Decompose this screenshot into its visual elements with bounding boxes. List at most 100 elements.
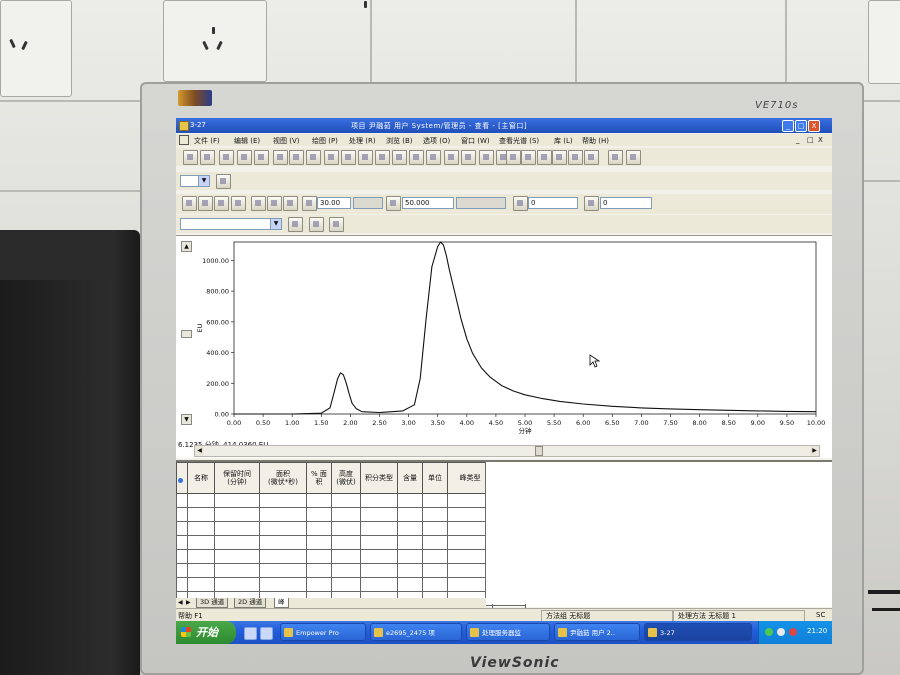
menu-plot[interactable]: 绘图 (P) (312, 136, 338, 146)
toolbar-button[interactable] (251, 196, 266, 211)
toolbar-button[interactable] (521, 150, 536, 165)
table-cell[interactable] (360, 535, 398, 550)
mdi-minimize-button[interactable]: _ (796, 136, 800, 144)
scroll-up-button[interactable]: ▲ (181, 241, 192, 252)
scroll-right-button[interactable]: ▶ (810, 446, 819, 456)
toolbar-button[interactable] (288, 217, 303, 232)
column-header[interactable]: 面积 (微伏*秒) (259, 462, 307, 494)
toolbar-button[interactable] (506, 150, 521, 165)
channel-combo[interactable]: ▼ (180, 218, 282, 230)
table-row[interactable] (176, 507, 526, 522)
table-cell[interactable] (259, 493, 307, 508)
table-cell[interactable] (360, 563, 398, 578)
mdi-close-button[interactable]: X (818, 136, 823, 144)
table-row[interactable] (176, 563, 526, 578)
toolbar-button[interactable] (231, 196, 246, 211)
taskbar-button[interactable]: e2695_2475 项 (370, 623, 462, 641)
menu-file[interactable]: 文件 (F) (194, 136, 220, 146)
table-cell[interactable] (187, 521, 215, 536)
toolbar-button[interactable] (283, 196, 298, 211)
toolbar-button[interactable] (537, 150, 552, 165)
start-button[interactable]: 开始 (176, 621, 236, 644)
menu-window[interactable]: 窗口 (W) (461, 136, 490, 146)
toolbar-button[interactable] (216, 174, 231, 189)
taskbar-button[interactable]: Empower Pro (280, 623, 366, 641)
menu-edit[interactable]: 编辑 (E) (234, 136, 260, 146)
table-cell[interactable] (360, 577, 398, 592)
table-cell[interactable] (214, 493, 260, 508)
tray-security-icon[interactable] (789, 628, 797, 636)
table-cell[interactable] (397, 507, 423, 522)
horizontal-scrollbar[interactable]: ◀ ▶ (194, 445, 820, 457)
table-cell[interactable] (360, 549, 398, 564)
table-cell[interactable] (187, 549, 215, 564)
table-cell[interactable] (331, 493, 361, 508)
table-cell[interactable] (331, 521, 361, 536)
table-cell[interactable] (176, 577, 188, 592)
table-cell[interactable] (176, 563, 188, 578)
table-cell[interactable] (422, 577, 448, 592)
table-row[interactable] (176, 577, 526, 592)
tray-network-icon[interactable] (765, 628, 773, 636)
scroll-thumb[interactable] (535, 446, 543, 456)
y-scale-icon[interactable] (386, 196, 401, 211)
table-cell[interactable] (360, 521, 398, 536)
toolbar-button[interactable] (568, 150, 583, 165)
table-cell[interactable] (331, 535, 361, 550)
mdi-restore-button[interactable]: □ (807, 136, 814, 144)
chromatogram-chart[interactable]: 0.00 200.00 400.00 600.00 800.00 1000.00 0.00 0… (176, 236, 832, 458)
table-cell[interactable] (422, 535, 448, 550)
toolbar-button[interactable] (219, 150, 234, 165)
toolbar-button[interactable] (237, 150, 252, 165)
table-cell[interactable] (306, 507, 332, 522)
toolbar-button[interactable] (392, 150, 407, 165)
toolbar-button[interactable] (182, 196, 197, 211)
toolbar-button[interactable] (358, 150, 373, 165)
table-cell[interactable] (422, 549, 448, 564)
table-cell[interactable] (214, 577, 260, 592)
table-cell[interactable] (176, 549, 188, 564)
x-scale-field-2[interactable] (353, 197, 383, 209)
table-cell[interactable] (259, 535, 307, 550)
toolbar-button[interactable] (306, 150, 321, 165)
table-cell[interactable] (422, 563, 448, 578)
table-cell[interactable] (331, 577, 361, 592)
table-cell[interactable] (214, 563, 260, 578)
toolbar-button[interactable] (375, 150, 390, 165)
tab-2d-channel[interactable]: 2D 通道 (234, 598, 267, 608)
table-cell[interactable] (214, 521, 260, 536)
toolbar-button[interactable] (409, 150, 424, 165)
x-scale-field[interactable]: 30.00 (317, 197, 351, 209)
quicklaunch-ie-icon[interactable] (260, 627, 273, 640)
quicklaunch-desktop-icon[interactable] (244, 627, 257, 640)
table-cell[interactable] (397, 521, 423, 536)
offset2-icon[interactable] (584, 196, 599, 211)
table-cell[interactable] (306, 563, 332, 578)
table-row[interactable] (176, 535, 526, 550)
table-cell[interactable] (176, 493, 188, 508)
column-header[interactable]: 单位 (422, 462, 448, 494)
menu-options[interactable]: 选项 (O) (423, 136, 450, 146)
table-cell[interactable] (187, 535, 215, 550)
taskbar-button[interactable]: 处理服务器监 (466, 623, 550, 641)
table-cell[interactable] (397, 535, 423, 550)
table-cell[interactable] (259, 507, 307, 522)
column-header[interactable]: 名称 (187, 462, 215, 494)
minimize-button[interactable]: _ (782, 120, 794, 132)
scroll-thumb[interactable] (181, 330, 192, 338)
table-cell[interactable] (306, 577, 332, 592)
toolbar-button[interactable] (183, 150, 198, 165)
offset2-field[interactable]: 0 (600, 197, 652, 209)
table-cell[interactable] (331, 549, 361, 564)
toolbar-button[interactable] (329, 217, 344, 232)
toolbar-button[interactable] (341, 150, 356, 165)
peak-table[interactable]: 名称保留时间(分钟)面积(微伏*秒)% 面积高度(微伏)积分类型含量单位峰类型峰… (176, 462, 526, 620)
table-cell[interactable] (306, 521, 332, 536)
toolbar-button[interactable] (267, 196, 282, 211)
window-titlebar[interactable]: 3-27 项目 尹融茹 用户 System/管理员 - 查看 - [主窗口] _… (176, 118, 832, 133)
table-cell[interactable] (176, 535, 188, 550)
table-cell[interactable] (187, 563, 215, 578)
table-cell[interactable] (187, 507, 215, 522)
table-cell[interactable] (259, 577, 307, 592)
column-header[interactable]: 含量 (397, 462, 423, 494)
